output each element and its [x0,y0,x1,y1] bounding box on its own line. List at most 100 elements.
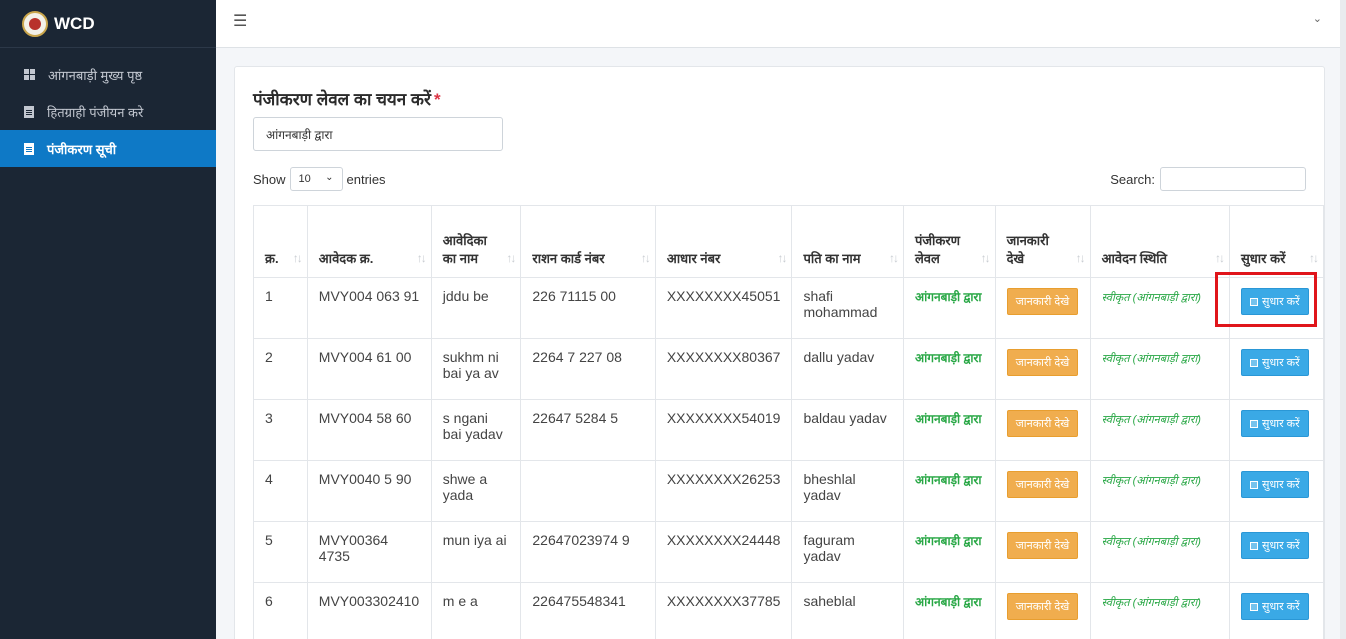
column-header-status[interactable]: आवेदन स्थिति ↑↓ [1089,205,1231,278]
cell-view: जानकारी देखे [994,460,1091,522]
view-details-button[interactable]: जानकारी देखे [1006,288,1079,315]
registration-level-select[interactable]: आंगनबाड़ी द्वारा [253,117,503,151]
document-icon [24,142,34,155]
edit-button[interactable]: सुधार करें [1241,288,1309,315]
column-header-name[interactable]: आवेदिका का नाम ↑↓ [430,205,522,278]
level-text: आंगनबाड़ी द्वारा [914,473,982,487]
view-details-button[interactable]: जानकारी देखे [1006,471,1079,498]
cell-level: आंगनबाड़ी द्वारा [902,338,996,400]
cell-ration-card: 22647023974 9 [520,521,656,583]
status-text: स्वीकृत (आंगनबाड़ी द्वारा) [1101,353,1201,365]
cell-level: आंगनबाड़ी द्वारा [902,399,996,461]
required-mark: * [433,90,441,109]
cell-level: आंगनबाड़ी द्वारा [902,521,996,583]
chevron-down-icon: ⌄ [325,172,334,183]
hamburger-menu-icon[interactable]: ☰ [233,11,247,30]
cell-level: आंगनबाड़ी द्वारा [902,277,996,339]
cell-ration-card: 226475548341 [520,582,656,639]
search-label: Search: [1110,171,1155,187]
table-row: 5 MVY00364 4735 mun iya ai 22647023974 9… [253,521,1324,583]
edit-button[interactable]: सुधार करें [1241,593,1309,620]
edit-button[interactable]: सुधार करें [1241,532,1309,559]
level-text: आंगनबाड़ी द्वारा [914,290,982,304]
view-details-button[interactable]: जानकारी देखे [1006,593,1079,620]
sidebar-nav: आंगनबाड़ी मुख्य पृष्ठ हितग्राही पंजीयन क… [0,56,216,167]
cell-edit: सुधार करें [1229,582,1324,639]
table-header-row: क्र. ↑↓ आवेदक क्र. ↑↓ आवेदिका का नाम ↑↓ राश… [253,205,1324,278]
column-header-level[interactable]: पंजीकरण लेवल ↑↓ [902,205,996,278]
edit-icon [1250,298,1259,306]
sidebar-item-label: हितग्राही पंजीयन करे [47,104,144,120]
cell-edit: सुधार करें [1229,460,1324,522]
cell-aadhaar: XXXXXXXX37785 [654,582,793,639]
cell-app-no: MVY004 063 91 [306,277,432,339]
edit-button[interactable]: सुधार करें [1241,349,1309,376]
sort-icon: ↑↓ [292,251,303,265]
cell-ration-card: 2264 7 227 08 [520,338,656,400]
cell-view: जानकारी देखे [994,277,1091,339]
cell-husband: shafi mohammad [791,277,904,339]
sidebar-item-anganwadi-home[interactable]: आंगनबाड़ी मुख्य पृष्ठ [0,56,216,93]
cell-husband: bheshlal yadav [791,460,904,522]
cell-sr: 6 [253,582,308,639]
status-text: स्वीकृत (आंगनबाड़ी द्वारा) [1101,597,1201,609]
level-text: आंगनबाड़ी द्वारा [914,351,982,365]
dashboard-grid-icon [24,69,35,80]
cell-aadhaar: XXXXXXXX26253 [654,460,793,522]
sort-icon: ↑↓ [1075,251,1086,265]
column-header-view[interactable]: जानकारी देखे ↑↓ [994,205,1091,278]
edit-button[interactable]: सुधार करें [1241,410,1309,437]
column-header-ration-card[interactable]: राशन कार्ड नंबर ↑↓ [520,205,656,278]
search-input[interactable] [1160,167,1306,191]
cell-name: m e a [430,582,522,639]
cell-status: स्वीकृत (आंगनबाड़ी द्वारा) [1089,399,1231,461]
brand[interactable]: WCD [0,0,216,48]
sidebar-item-registration-list[interactable]: पंजीकरण सूची [0,130,216,167]
emblem-logo-icon [22,10,48,37]
cell-sr: 4 [253,460,308,522]
column-header-aadhaar[interactable]: आधार नंबर ↑↓ [654,205,793,278]
cell-aadhaar: XXXXXXXX45051 [654,277,793,339]
column-header-husband[interactable]: पति का नाम ↑↓ [791,205,904,278]
cell-app-no: MVY0040 5 90 [306,460,432,522]
cell-view: जानकारी देखे [994,338,1091,400]
view-details-button[interactable]: जानकारी देखे [1006,349,1079,376]
status-text: स्वीकृत (आंगनबाड़ी द्वारा) [1101,536,1201,548]
page-length-control: Show 10 ⌄ entries [253,167,386,191]
top-navbar: ☰ ⌄ [216,0,1346,48]
cell-husband: baldau yadav [791,399,904,461]
edit-icon [1250,420,1259,428]
view-details-button[interactable]: जानकारी देखे [1006,532,1079,559]
sort-icon: ↑↓ [640,251,651,265]
cell-app-no: MVY00364 4735 [306,521,432,583]
cell-view: जानकारी देखे [994,582,1091,639]
sidebar-item-label: आंगनबाड़ी मुख्य पृष्ठ [48,67,143,83]
scrollbar[interactable] [1340,0,1346,639]
view-details-button[interactable]: जानकारी देखे [1006,410,1079,437]
cell-status: स्वीकृत (आंगनबाड़ी द्वारा) [1089,277,1231,339]
sort-icon: ↑↓ [506,251,516,265]
cell-edit: सुधार करें [1229,521,1324,583]
edit-icon [1250,359,1259,367]
sidebar: WCD आंगनबाड़ी मुख्य पृष्ठ हितग्राही पंजी… [0,0,216,639]
cell-sr: 3 [253,399,308,461]
sidebar-item-beneficiary-registration[interactable]: हितग्राही पंजीयन करे [0,93,216,130]
column-header-edit[interactable]: सुधार करें ↑↓ [1229,205,1324,278]
status-text: स्वीकृत (आंगनबाड़ी द्वारा) [1101,414,1201,426]
cell-view: जानकारी देखे [994,399,1091,461]
cell-status: स्वीकृत (आंगनबाड़ी द्वारा) [1089,582,1231,639]
cell-edit: सुधार करें [1229,338,1324,400]
page-length-select[interactable]: 10 ⌄ [289,167,343,191]
table-row: 6 MVY003302410 m e a 226475548341 XXXXXX… [253,582,1324,639]
sort-icon: ↑↓ [416,251,427,265]
cell-ration-card: 22647 5284 5 [520,399,656,461]
level-text: आंगनबाड़ी द्वारा [914,534,982,548]
brand-title: WCD [54,13,95,33]
cell-husband: faguram yadav [791,521,904,583]
level-text: आंगनबाड़ी द्वारा [914,595,982,609]
registration-table: क्र. ↑↓ आवेदक क्र. ↑↓ आवेदिका का नाम ↑↓ राश… [253,205,1324,639]
chevron-down-icon[interactable]: ⌄ [1313,12,1322,25]
column-header-sr[interactable]: क्र. ↑↓ [253,205,308,278]
column-header-app-no[interactable]: आवेदक क्र. ↑↓ [306,205,432,278]
edit-button[interactable]: सुधार करें [1241,471,1309,498]
